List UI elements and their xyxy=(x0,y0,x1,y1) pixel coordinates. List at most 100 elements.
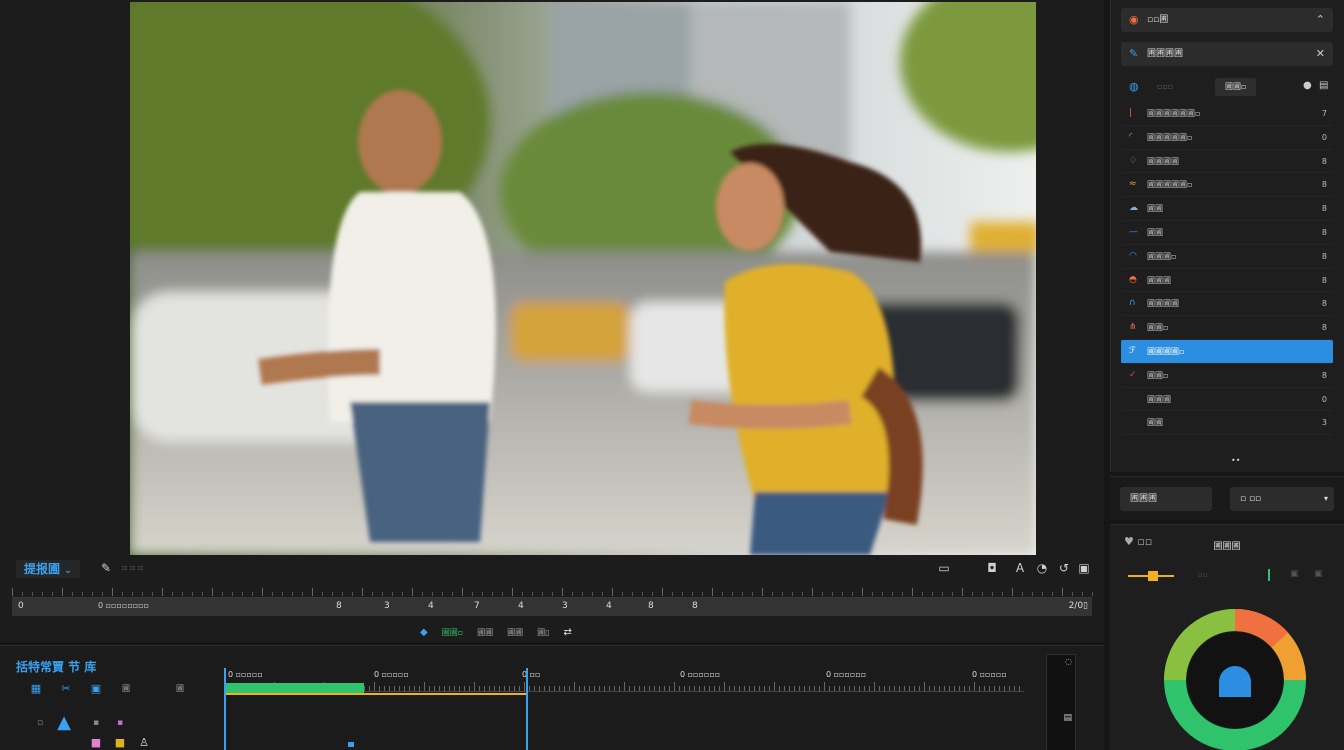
timeline-tick xyxy=(884,686,885,691)
effect-row[interactable]: — 圃圃 8 xyxy=(1121,221,1333,245)
green-marker[interactable] xyxy=(1268,569,1270,581)
transport-item-2[interactable]: 圃圃 xyxy=(477,627,493,638)
folder-icon[interactable]: ▫ xyxy=(32,716,48,730)
timeline-tick xyxy=(789,686,790,691)
wand-icon[interactable]: ✎ xyxy=(98,560,114,576)
color-picker-icon[interactable]: ◔ xyxy=(1034,560,1050,576)
video-frame[interactable] xyxy=(130,2,1036,555)
marker-icon[interactable]: ▲ xyxy=(56,714,72,732)
globe-icon[interactable]: ◍ xyxy=(1129,80,1139,93)
effect-row[interactable]: ◠ 圃圃圃▫ 8 xyxy=(1121,245,1333,269)
play-icon[interactable]: ◆ xyxy=(420,627,428,638)
effect-row[interactable]: ♢ 圃圃圃圃 8 xyxy=(1121,150,1333,174)
scroll-thumb-icon[interactable]: ▤ xyxy=(1063,713,1072,723)
square-icon[interactable]: ▣ xyxy=(1314,569,1323,579)
timeline-marker-label: 0 ▫▫▫▫▫▫ xyxy=(826,670,867,679)
effect-row[interactable]: | 圃圃圃圃圃圃▫ 7 xyxy=(1121,102,1333,126)
tab-all[interactable]: ▫▫▫ xyxy=(1147,78,1183,96)
effect-row[interactable]: ≈ 圃圃圃圃圃▫ 8 xyxy=(1121,173,1333,198)
timeline-tick xyxy=(924,682,925,691)
secondary-select[interactable]: ▫ ▫▫ ▾ xyxy=(1230,487,1334,511)
effect-value: 8 xyxy=(1321,180,1327,190)
secondary-dropdown[interactable]: 圃圃圃 xyxy=(1120,487,1212,511)
file-icon[interactable]: ▤ xyxy=(1319,80,1328,91)
effect-row[interactable]: ☁ 圃圃 8 xyxy=(1121,197,1333,221)
panel-header-effects[interactable]: ◉ ▫▫圃 ⌃ xyxy=(1121,8,1333,32)
rotate-icon[interactable]: ↺ xyxy=(1056,560,1072,576)
timeline-tracks[interactable]: 0 ▫▫▫▫▫ 0 ▫▫▫▫▫ 0 ▫▫ 0 ▫▫▫▫▫▫ 0 ▫▫▫▫▫▫ 0… xyxy=(224,668,1024,750)
effect-icon[interactable]: ▪ xyxy=(112,716,128,730)
safe-area-icon[interactable]: ▭ xyxy=(936,560,952,576)
effect-label: 圃圃圃 xyxy=(1147,394,1171,404)
timeline-tick xyxy=(849,686,850,691)
timeline-tick xyxy=(674,682,675,691)
timeline-tick xyxy=(984,686,985,691)
grid-icon[interactable]: ▦ xyxy=(28,682,44,696)
transport-item-3[interactable]: 圃圃 xyxy=(507,627,523,638)
effect-row-selected[interactable]: ℱ 圃圃圃圃▫ xyxy=(1121,339,1333,364)
timeline-tick xyxy=(474,682,475,691)
timeline-tick xyxy=(569,686,570,691)
square-icon[interactable]: ▣ xyxy=(1290,569,1299,579)
timeline-tick xyxy=(719,686,720,691)
yellow-swatch[interactable] xyxy=(1148,571,1158,581)
timeline-tick xyxy=(634,686,635,691)
effects-tabs: ◍ ▫▫▫ 圃圃▫ ● ▤ xyxy=(1121,76,1333,98)
yellow-folder-icon[interactable]: ■ xyxy=(112,736,128,750)
timeline-tick xyxy=(819,686,820,691)
viewer-scrub-bar[interactable]: 0 0 ▫▫▫▫▫▫▫▫ 8 3 4 7 4 3 4 8 8 2/0▯ xyxy=(12,598,1092,616)
work-area-bar[interactable] xyxy=(226,693,526,695)
timeline-scrollbar[interactable]: ◌ ▤ xyxy=(1046,654,1076,750)
arc-icon: ◠ xyxy=(1129,250,1137,261)
collapse-icon[interactable]: ✕ xyxy=(1316,42,1325,66)
ruler-tick xyxy=(452,592,453,596)
timeline-tick xyxy=(499,686,500,691)
effect-row[interactable]: ◜ 圃圃圃圃圃▫ 0 xyxy=(1121,126,1333,150)
loop-icon[interactable]: ⇄ xyxy=(564,627,572,638)
in-point-marker[interactable] xyxy=(224,668,226,750)
chevron-up-icon[interactable]: ⌃ xyxy=(1316,8,1325,32)
media-icon[interactable]: ▪ xyxy=(88,716,104,730)
scrub-end-timecode: 2/0▯ xyxy=(1068,601,1088,611)
ruler-tick xyxy=(1062,588,1063,596)
record-icon[interactable]: ● xyxy=(1303,80,1312,91)
effect-row[interactable]: ◓ 圃圃圃 8 xyxy=(1121,269,1333,293)
viewer-title-dropdown[interactable]: 提报圃 ⌄ xyxy=(16,560,80,578)
timeline-tick xyxy=(534,686,535,691)
settings-icon[interactable]: ◌ xyxy=(1065,657,1072,666)
audio-clip[interactable] xyxy=(226,683,364,693)
timeline-tick xyxy=(839,686,840,691)
cut-icon[interactable]: ✂ xyxy=(58,682,74,696)
effect-row[interactable]: ⋔ 圃圃▫ 8 xyxy=(1121,316,1333,340)
fullscreen-icon[interactable]: ▣ xyxy=(1076,560,1092,576)
viewer-ruler[interactable] xyxy=(12,586,1093,598)
text-tool-icon[interactable]: A xyxy=(1012,560,1028,576)
transport-item-4[interactable]: 圃▯ xyxy=(537,627,549,638)
ruler-tick xyxy=(832,592,833,596)
ruler-tick xyxy=(1042,592,1043,596)
tool-label[interactable]: 圃 xyxy=(170,682,190,696)
mask-icon[interactable]: ◘ xyxy=(984,560,1000,576)
ruler-tick xyxy=(762,588,763,596)
playhead[interactable] xyxy=(526,668,528,750)
pipe-icon: | xyxy=(1129,108,1133,118)
panel-header-presets[interactable]: ✎ 圃圃圃圃 ✕ xyxy=(1121,42,1333,66)
ruler-tick xyxy=(262,588,263,596)
tab-active[interactable]: 圃圃▫ xyxy=(1215,78,1257,96)
color-wheel[interactable] xyxy=(1162,607,1308,750)
ruler-tick xyxy=(822,592,823,596)
pin-icon[interactable]: ♙ xyxy=(136,736,152,750)
pink-clip-icon[interactable]: ■ xyxy=(88,736,104,750)
transport-item-1[interactable]: 圃圃▫ xyxy=(442,627,463,638)
effect-row[interactable]: ∩ 圃圃圃圃 8 xyxy=(1121,292,1333,317)
timeline-tick xyxy=(669,686,670,691)
effect-row[interactable]: ✓ 圃圃▫ 8 xyxy=(1121,364,1333,388)
focus-icon[interactable]: ▣ xyxy=(88,682,104,696)
effect-row[interactable]: 圃圃 3 xyxy=(1121,411,1333,436)
effect-row[interactable]: 圃圃圃 0 xyxy=(1121,388,1333,412)
color-controls: ▫▫ ▣ ▣ xyxy=(1128,569,1328,583)
effect-value: 0 xyxy=(1321,132,1327,142)
tool-label[interactable]: 圃 xyxy=(116,682,136,696)
pager-dots[interactable]: •• xyxy=(1231,456,1240,465)
clip-marker[interactable] xyxy=(348,742,354,747)
